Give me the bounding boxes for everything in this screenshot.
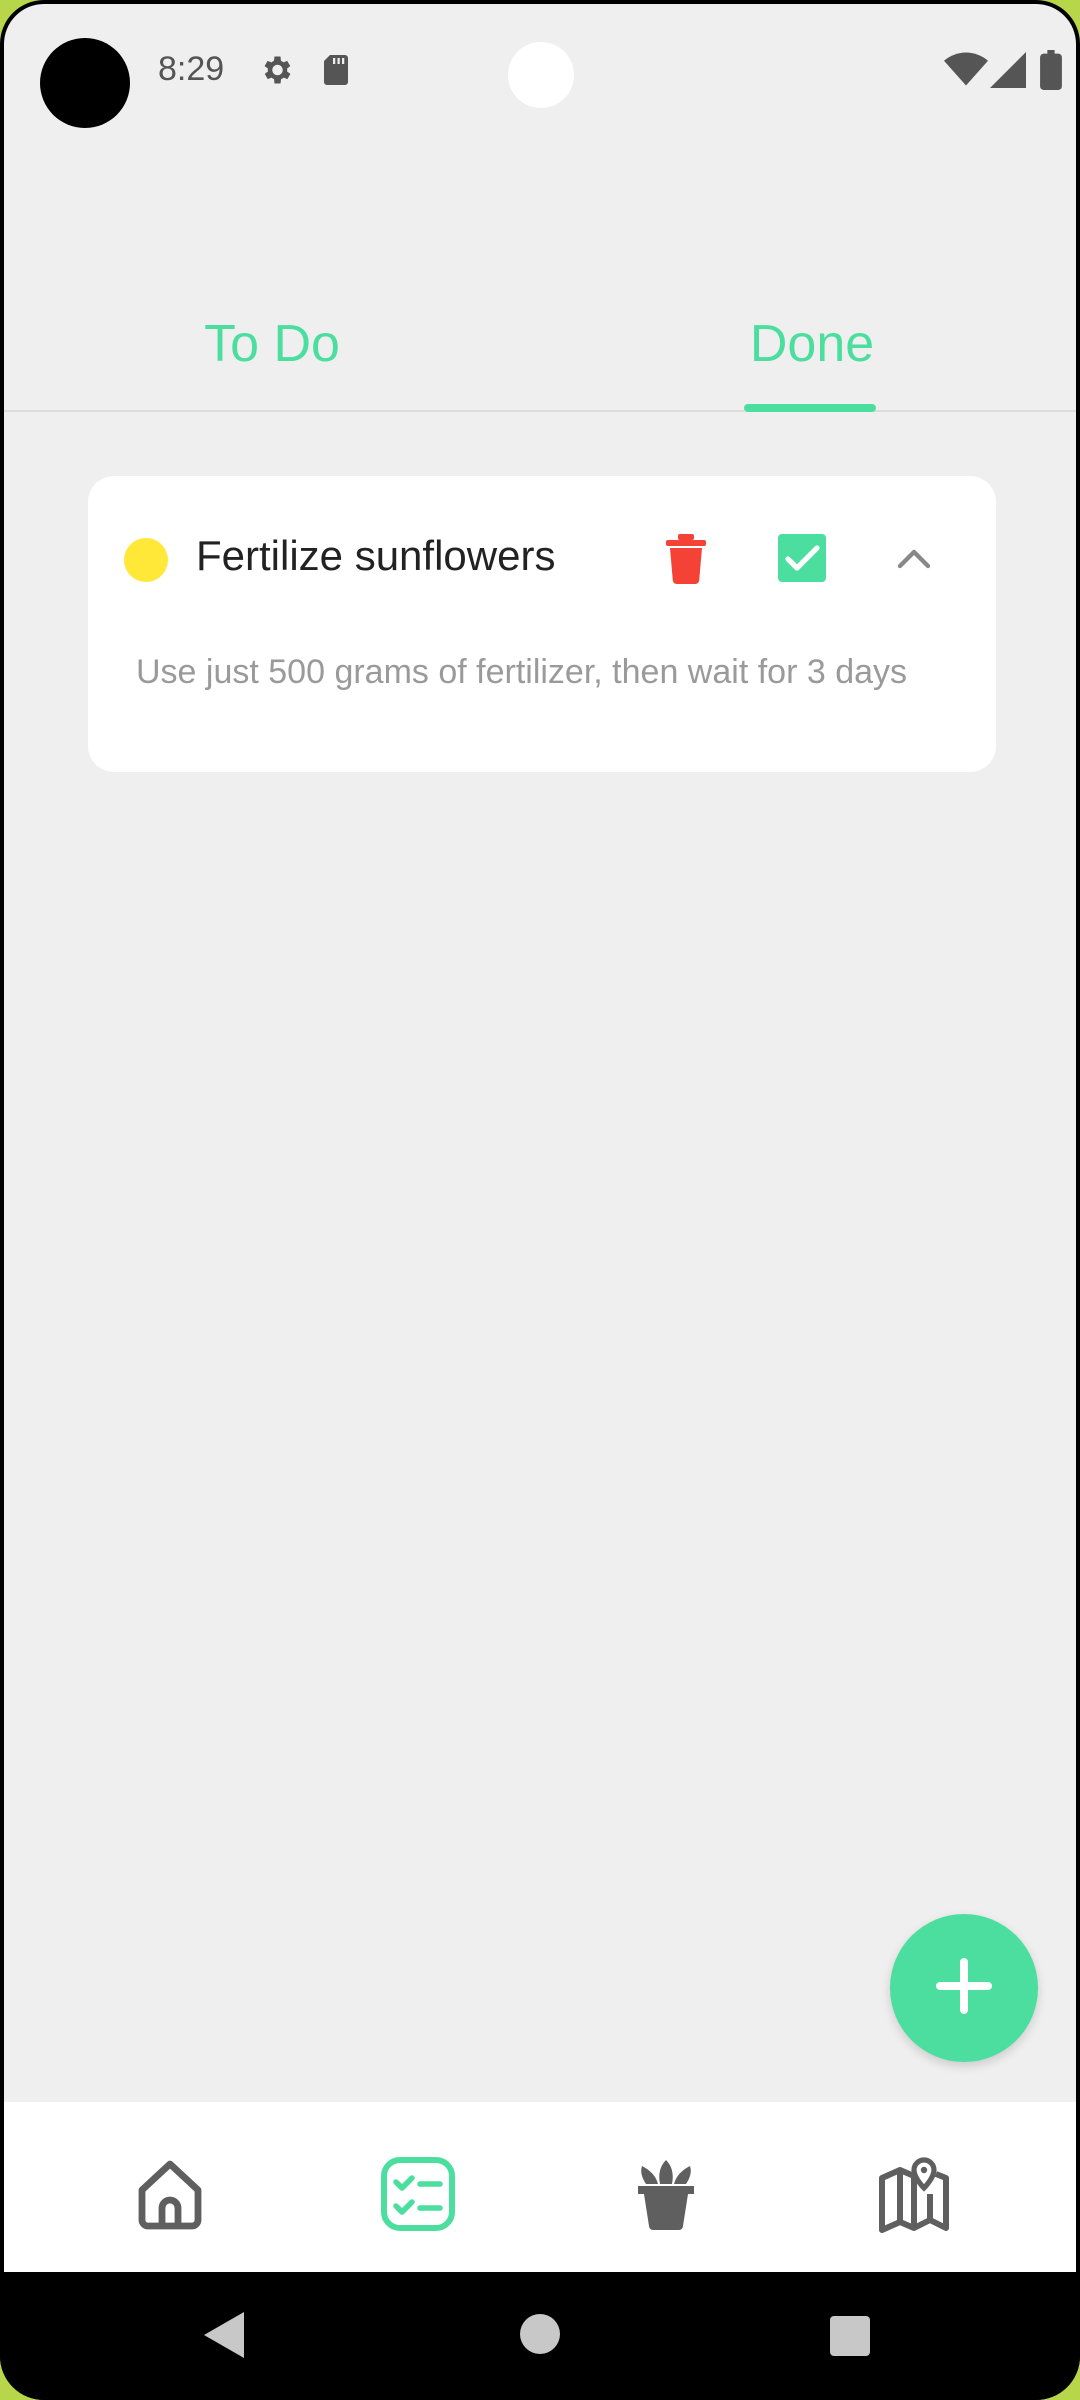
battery-icon bbox=[1040, 50, 1062, 90]
tab-to-do[interactable]: To Do bbox=[172, 314, 372, 408]
front-camera bbox=[40, 38, 130, 128]
app-screen: 8:29 To Do Done Fertilize sunflowers Use… bbox=[4, 4, 1076, 2272]
chevron-up-icon bbox=[896, 546, 932, 570]
map-icon bbox=[874, 2154, 954, 2234]
home-icon bbox=[130, 2154, 210, 2234]
nav-plants[interactable] bbox=[626, 2154, 706, 2234]
nav-map[interactable] bbox=[874, 2154, 954, 2234]
collapse-button[interactable] bbox=[896, 546, 932, 570]
status-bar: 8:29 bbox=[4, 4, 1076, 134]
back-icon bbox=[204, 2312, 244, 2362]
bottom-navigation bbox=[4, 2102, 1076, 2272]
nav-home[interactable] bbox=[130, 2154, 210, 2234]
tab-bar: To Do Done bbox=[4, 294, 1076, 412]
checklist-icon bbox=[378, 2154, 458, 2234]
complete-checkbox[interactable] bbox=[778, 534, 826, 582]
priority-dot bbox=[124, 538, 168, 582]
delete-button[interactable] bbox=[666, 534, 706, 584]
selected-tab-indicator bbox=[744, 404, 876, 412]
phone-frame: 8:29 To Do Done Fertilize sunflowers Use… bbox=[0, 0, 1080, 2400]
system-recents-button[interactable] bbox=[830, 2316, 870, 2360]
delete-icon bbox=[666, 534, 706, 584]
home-circle-icon bbox=[520, 2314, 560, 2358]
cell-signal-icon bbox=[990, 52, 1026, 88]
task-card[interactable]: Fertilize sunflowers Use just 500 grams … bbox=[88, 476, 996, 772]
status-time: 8:29 bbox=[158, 50, 225, 88]
task-description: Use just 500 grams of fertilizer, then w… bbox=[136, 653, 908, 691]
recents-icon bbox=[830, 2316, 870, 2360]
add-task-button[interactable] bbox=[890, 1914, 1038, 2062]
task-title: Fertilize sunflowers bbox=[196, 532, 556, 579]
tab-done[interactable]: Done bbox=[722, 314, 902, 408]
plus-icon bbox=[934, 1956, 994, 2020]
system-home-button[interactable] bbox=[520, 2314, 560, 2358]
system-back-button[interactable] bbox=[204, 2312, 244, 2362]
nav-tasks[interactable] bbox=[378, 2154, 458, 2234]
plant-pot-icon bbox=[626, 2154, 706, 2234]
checkbox-checked-icon bbox=[778, 534, 826, 582]
camera-cutout bbox=[508, 42, 574, 108]
wifi-icon bbox=[944, 52, 988, 86]
system-navigation-bar bbox=[0, 2272, 1080, 2400]
gear-icon bbox=[258, 52, 294, 88]
sd-card-icon bbox=[320, 52, 352, 88]
